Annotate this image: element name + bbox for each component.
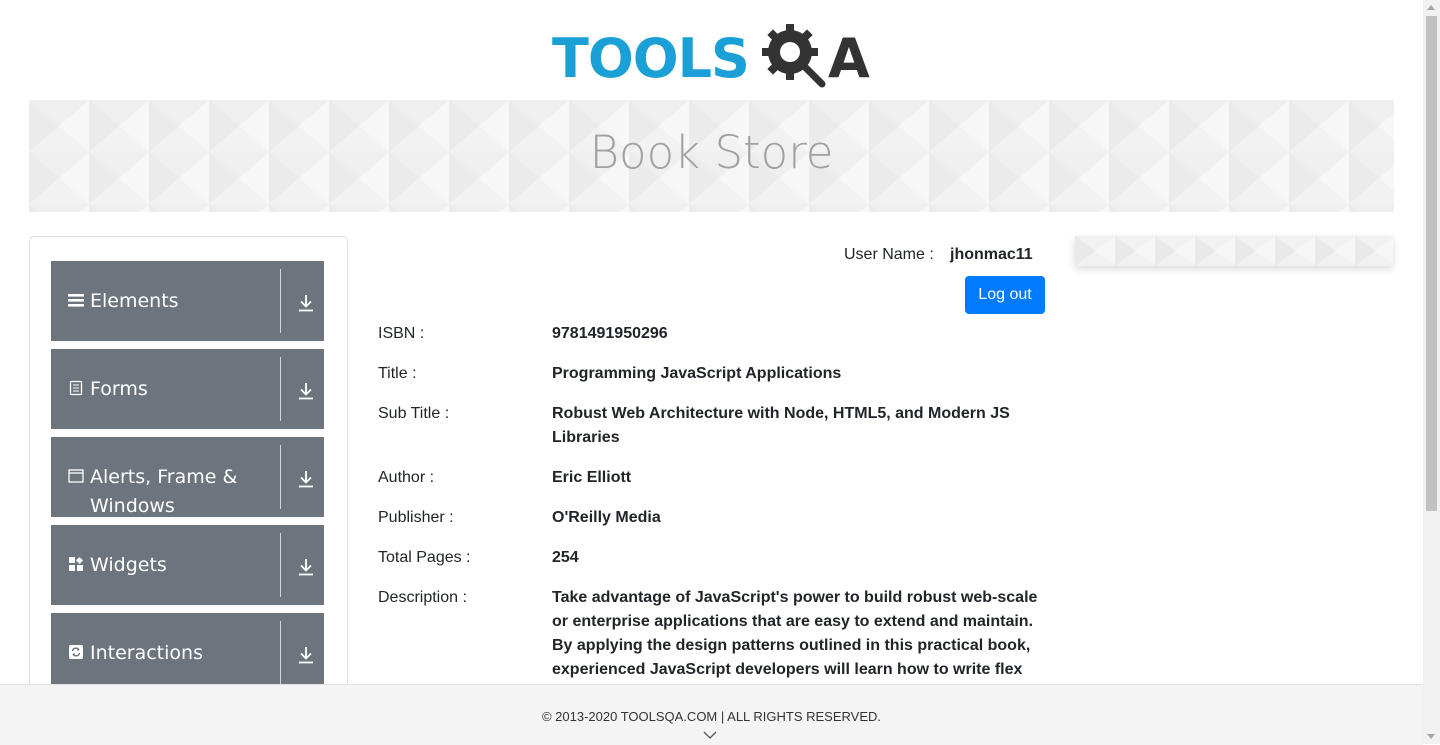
download-icon[interactable]: [297, 469, 315, 489]
divider: [280, 357, 281, 421]
refresh-icon: [69, 645, 83, 659]
sidebar-group-elements[interactable]: Elements: [51, 261, 324, 341]
footer: © 2013-2020 TOOLSQA.COM | ALL RIGHTS RES…: [0, 684, 1423, 745]
download-icon[interactable]: [297, 645, 315, 665]
page-scrollbar[interactable]: [1423, 0, 1440, 744]
sidebar: Elements Forms Alerts, Frame & Windows W…: [29, 236, 348, 708]
download-icon[interactable]: [297, 381, 315, 401]
window-icon: [68, 469, 84, 483]
divider: [280, 445, 281, 509]
sidebar-group-label: Widgets: [90, 554, 167, 576]
document-icon: [69, 380, 83, 396]
sidebar-group-label: Interactions: [90, 642, 203, 664]
hamburger-icon: [68, 294, 84, 307]
page-title: Book Store: [589, 126, 834, 179]
user-name-label: User Name :: [844, 246, 934, 263]
download-icon[interactable]: [297, 557, 315, 577]
chevron-down-icon[interactable]: [703, 731, 717, 740]
copyright-text: © 2013-2020 TOOLSQA.COM | ALL RIGHTS RES…: [541, 709, 882, 724]
field-value: Eric Elliott: [552, 469, 632, 486]
sidebar-group-label: Forms: [90, 378, 148, 400]
scroll-up-icon[interactable]: [1427, 5, 1435, 10]
divider: [280, 269, 281, 333]
field-label: Author :: [378, 469, 435, 486]
scrollbar-thumb[interactable]: [1426, 16, 1437, 511]
logo-word: TOOLS: [552, 27, 750, 90]
sidebar-group-label: Alerts, Frame & Windows: [90, 466, 238, 517]
field-label: Description :: [378, 589, 467, 606]
field-value: 254: [552, 549, 579, 566]
divider: [280, 621, 281, 685]
logo-letter: A: [828, 27, 870, 90]
user-name-value: jhonmac11: [950, 246, 1033, 263]
ad-banner[interactable]: [1075, 236, 1393, 266]
page-banner: Book Store: [29, 100, 1394, 212]
gear-magnifier-icon: [762, 24, 826, 88]
toolsqa-logo[interactable]: TOOLS A: [552, 14, 876, 92]
field-label: Total Pages :: [378, 549, 471, 566]
field-value: Take advantage of JavaScript's power to …: [552, 589, 1038, 678]
sidebar-group-alerts[interactable]: Alerts, Frame & Windows: [51, 437, 324, 517]
logout-button[interactable]: Log out: [965, 276, 1045, 314]
field-value: 9781491950296: [552, 325, 668, 342]
sidebar-group-widgets[interactable]: Widgets: [51, 525, 324, 605]
divider: [280, 533, 281, 597]
field-label: Publisher :: [378, 509, 454, 526]
sidebar-group-interactions[interactable]: Interactions: [51, 613, 324, 693]
field-value: O'Reilly Media: [552, 509, 661, 526]
field-value: Programming JavaScript Applications: [552, 365, 842, 382]
widgets-icon: [69, 556, 84, 571]
sidebar-group-label: Elements: [90, 290, 179, 312]
field-label: Title :: [378, 365, 417, 382]
download-icon[interactable]: [297, 293, 315, 313]
sidebar-group-forms[interactable]: Forms: [51, 349, 324, 429]
ad-pattern: [1075, 236, 1393, 266]
field-value: Robust Web Architecture with Node, HTML5…: [552, 405, 1010, 446]
field-label: Sub Title :: [378, 405, 450, 422]
field-label: ISBN :: [378, 325, 425, 342]
scroll-down-icon[interactable]: [1427, 734, 1435, 739]
